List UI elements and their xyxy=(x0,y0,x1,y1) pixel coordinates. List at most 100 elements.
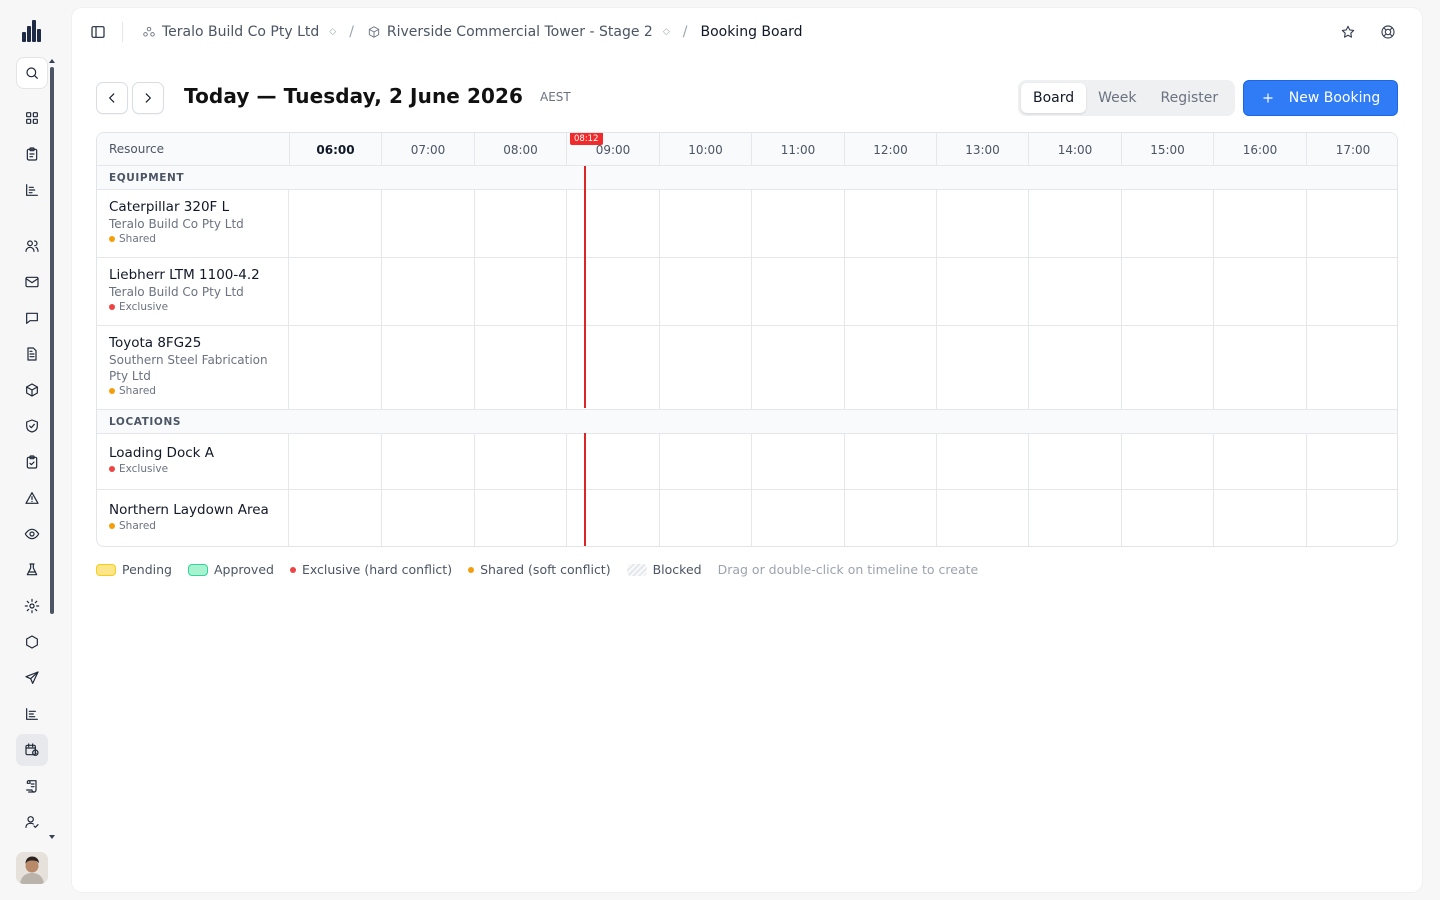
now-indicator xyxy=(584,166,586,408)
group-header: EQUIPMENT xyxy=(97,166,1397,190)
timezone-label: AEST xyxy=(540,90,571,104)
table-row[interactable]: Caterpillar 320F L Teralo Build Co Pty L… xyxy=(97,190,1397,258)
scroll-up-icon[interactable] xyxy=(49,58,55,64)
shared-dot-icon xyxy=(468,566,475,573)
table-row[interactable]: Liebherr LTM 1100-4.2 Teralo Build Co Pt… xyxy=(97,258,1397,326)
grid-line xyxy=(566,190,567,410)
message-icon[interactable] xyxy=(16,302,48,334)
app-logo-icon[interactable] xyxy=(22,20,42,42)
resource-name: Caterpillar 320F L xyxy=(109,199,230,215)
rail-scrollbar[interactable] xyxy=(49,57,55,843)
favorite-button[interactable] xyxy=(1338,22,1358,42)
hour-header: 17:00 xyxy=(1306,133,1397,166)
table-row[interactable]: Loading Dock A Exclusive xyxy=(97,434,1397,490)
rail-scrollbar-thumb[interactable] xyxy=(50,67,54,614)
avatar[interactable] xyxy=(16,852,48,884)
hour-header: 16:00 xyxy=(1213,133,1306,166)
users-icon[interactable] xyxy=(16,230,48,262)
resource-mode: Exclusive xyxy=(109,300,276,314)
sidebar-icon xyxy=(91,26,105,38)
grid-line xyxy=(1306,434,1307,546)
tab-register[interactable]: Register xyxy=(1149,83,1231,113)
document-icon[interactable] xyxy=(16,338,48,370)
shared-dot-icon xyxy=(109,236,115,242)
breadcrumb-org-label: Teralo Build Co Pty Ltd xyxy=(162,24,320,40)
page-title: Today — Tuesday, 2 June 2026 xyxy=(184,84,524,108)
shared-dot-icon xyxy=(109,388,115,394)
breadcrumb-separator: / xyxy=(682,24,688,40)
dashboard-icon[interactable] xyxy=(16,102,48,134)
grid-line xyxy=(1306,190,1307,410)
legend-approved: Approved xyxy=(187,562,274,577)
grid-line xyxy=(381,434,382,546)
shared-dot-icon xyxy=(109,523,115,529)
send-icon[interactable] xyxy=(16,662,48,694)
hour-header: 08:00 xyxy=(474,133,566,166)
user-check-icon[interactable] xyxy=(16,806,48,838)
chevron-right-icon xyxy=(145,93,151,103)
table-row[interactable]: Toyota 8FG25 Southern Steel Fabrication … xyxy=(97,326,1397,410)
breadcrumb-page-label: Booking Board xyxy=(700,24,803,40)
previous-day-button[interactable] xyxy=(96,82,128,114)
eye-icon[interactable] xyxy=(16,518,48,550)
report-icon[interactable] xyxy=(16,698,48,730)
next-day-button[interactable] xyxy=(132,82,164,114)
timeline-header: Resource 06:00 07:00 08:00 09:00 10:00 1… xyxy=(97,133,1397,166)
calendar-clock-icon[interactable] xyxy=(16,734,48,766)
grid-line xyxy=(381,190,382,410)
chevron-updown-icon: ◇ xyxy=(662,26,670,37)
breadcrumb-separator: / xyxy=(349,24,354,40)
clipboard-icon[interactable] xyxy=(16,138,48,170)
search-button[interactable] xyxy=(16,57,48,89)
scroll-down-icon[interactable] xyxy=(49,834,55,840)
lifebuoy-icon xyxy=(1381,25,1395,39)
hour-header: 06:00 xyxy=(289,133,381,166)
mail-icon[interactable] xyxy=(16,266,48,298)
table-row[interactable]: Northern Laydown Area Shared xyxy=(97,490,1397,546)
resource-column-header: Resource xyxy=(109,142,165,156)
hour-header: 13:00 xyxy=(936,133,1028,166)
settings-icon[interactable] xyxy=(16,590,48,622)
divider xyxy=(122,22,123,42)
package-icon xyxy=(368,26,380,38)
tab-board[interactable]: Board xyxy=(1021,83,1087,113)
help-button[interactable] xyxy=(1378,22,1398,42)
breadcrumb-project-label: Riverside Commercial Tower - Stage 2 xyxy=(386,24,653,40)
hour-header: 12:00 xyxy=(844,133,936,166)
org-icon xyxy=(143,26,155,37)
group-header: LOCATIONS xyxy=(97,410,1397,434)
hour-header: 14:00 xyxy=(1028,133,1121,166)
scroll-icon[interactable] xyxy=(16,770,48,802)
timeline-hint: Drag or double-click on timeline to crea… xyxy=(717,562,979,577)
legend: Pending Approved Exclusive (hard conflic… xyxy=(96,562,978,577)
hour-header: 07:00 xyxy=(381,133,474,166)
resource-owner: Teralo Build Co Pty Ltd xyxy=(109,285,244,299)
grid-line xyxy=(751,434,752,546)
tab-week[interactable]: Week xyxy=(1086,83,1148,113)
breadcrumb-project[interactable]: Riverside Commercial Tower - Stage 2 ◇ xyxy=(367,24,670,40)
new-booking-button[interactable]: New Booking xyxy=(1243,80,1398,116)
checklist-icon[interactable] xyxy=(16,446,48,478)
hexagon-icon[interactable] xyxy=(16,626,48,658)
resource-cell: Loading Dock A Exclusive xyxy=(97,434,289,489)
legend-pending: Pending xyxy=(96,562,172,577)
now-indicator xyxy=(584,433,586,546)
legend-label: Shared (soft conflict) xyxy=(480,562,611,577)
grid-line xyxy=(1121,190,1122,410)
grid-line xyxy=(1028,434,1029,546)
package-icon[interactable] xyxy=(16,374,48,406)
exclusive-dot-icon xyxy=(109,304,115,310)
star-icon xyxy=(1341,25,1355,38)
chart-icon[interactable] xyxy=(16,174,48,206)
flask-icon[interactable] xyxy=(16,554,48,586)
shield-check-icon[interactable] xyxy=(16,410,48,442)
sidebar-toggle-button[interactable] xyxy=(88,22,108,42)
pending-swatch-icon xyxy=(96,563,116,576)
grid-line xyxy=(659,434,660,546)
warning-icon[interactable] xyxy=(16,482,48,514)
resource-owner: Teralo Build Co Pty Ltd xyxy=(109,217,244,231)
breadcrumb-org[interactable]: Teralo Build Co Pty Ltd ◇ xyxy=(142,24,336,40)
resource-cell: Caterpillar 320F L Teralo Build Co Pty L… xyxy=(97,190,289,257)
grid-line xyxy=(844,190,845,410)
hour-header: 15:00 xyxy=(1121,133,1213,166)
